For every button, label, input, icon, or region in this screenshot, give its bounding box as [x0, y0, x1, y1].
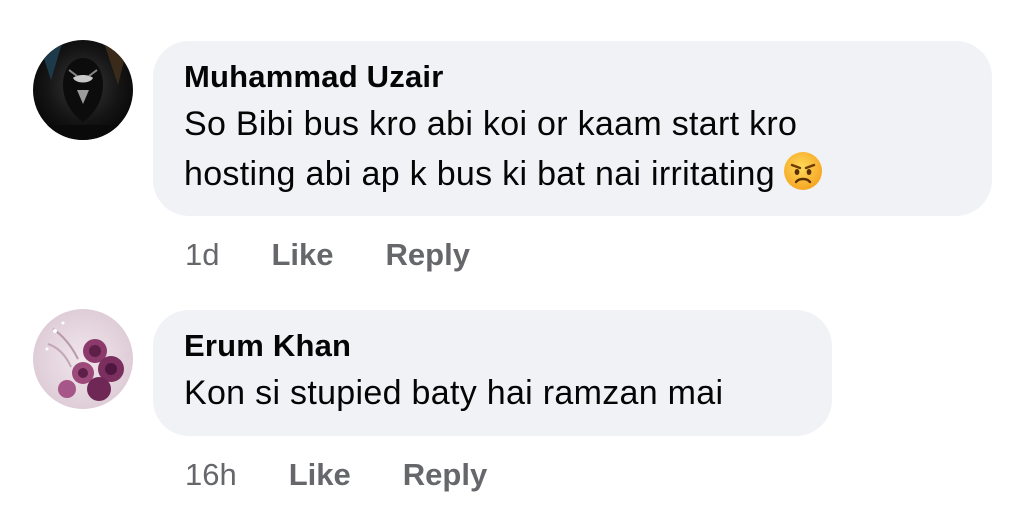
- comment-text: So Bibi bus kro abi koi or kaam start kr…: [184, 99, 962, 205]
- avatar[interactable]: [33, 309, 133, 409]
- comment-actions: 16h Like Reply: [185, 455, 487, 495]
- angry-face-icon: [783, 151, 823, 205]
- like-button[interactable]: Like: [289, 455, 351, 495]
- avatar-image-flowers: [33, 309, 133, 409]
- comment-actions: 1d Like Reply: [185, 235, 470, 275]
- comment-bubble: Muhammad Uzair So Bibi bus kro abi koi o…: [153, 41, 992, 216]
- comment-text: Kon si stupied baty hai ramzan mai: [184, 374, 724, 412]
- avatar[interactable]: [33, 40, 133, 140]
- comments-thread: ​ Muha: [0, 0, 1024, 509]
- like-button[interactable]: Like: [271, 235, 333, 275]
- comment-timestamp: 16h: [185, 457, 237, 492]
- comment-text-line: So Bibi bus kro abi koi or kaam start kr…: [184, 105, 798, 143]
- comment-author[interactable]: Muhammad Uzair: [184, 58, 962, 96]
- reply-button[interactable]: Reply: [386, 235, 470, 275]
- reply-button[interactable]: Reply: [403, 455, 487, 495]
- comment-timestamp: 1d: [185, 237, 220, 272]
- comment-text-line: hosting abi ap k bus ki bat nai irritati…: [184, 155, 775, 193]
- comment-author[interactable]: Erum Khan: [184, 327, 802, 365]
- comment-bubble: Erum Khan Kon si stupied baty hai ramzan…: [153, 310, 832, 436]
- avatar-image-dark-mask: [33, 40, 133, 140]
